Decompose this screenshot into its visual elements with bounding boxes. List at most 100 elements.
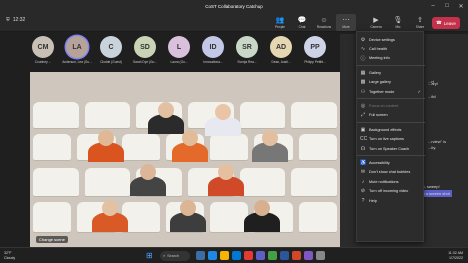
edge-icon[interactable] bbox=[208, 251, 217, 260]
system-clock[interactable]: 11:32 AM 1/7/2022 bbox=[448, 251, 463, 260]
clock-time: 11:32 AM bbox=[448, 251, 463, 255]
chat-message-fragment: ...ary! bbox=[428, 81, 439, 86]
toolbar-button-label: Camera bbox=[370, 24, 382, 29]
participant-head bbox=[180, 200, 196, 216]
reactions-button[interactable]: ☺ Reactions bbox=[314, 14, 334, 31]
camera-button[interactable]: ▶ Camera bbox=[366, 14, 386, 31]
toolbar-button-label: Reactions bbox=[316, 24, 332, 29]
menu-item-label: Turn on live captions bbox=[369, 137, 404, 142]
together-icon: ⚇ bbox=[360, 88, 366, 95]
chat-message-fragment: ...rview" is bbox=[428, 139, 447, 144]
menu-item-call-health[interactable]: ∿ Call health bbox=[357, 44, 425, 53]
folder-icon[interactable] bbox=[220, 251, 229, 260]
share-button[interactable]: ⇪ Share bbox=[410, 14, 430, 31]
menu-item-label: Mute notifications bbox=[369, 179, 399, 184]
menu-separator bbox=[357, 122, 425, 124]
menu-item-turn-on-live-captions[interactable]: CC Turn on live captions bbox=[357, 135, 425, 144]
menu-item-label: Call health bbox=[369, 46, 387, 51]
mail-icon[interactable] bbox=[232, 251, 241, 260]
menu-item-large-gallery[interactable]: ▩ Large gallery bbox=[357, 78, 425, 87]
seat bbox=[33, 102, 79, 128]
menu-item-background-effects[interactable]: ▣ Background effects bbox=[357, 125, 425, 134]
participant-name: Philipp Pettitt... bbox=[304, 60, 326, 64]
seat bbox=[239, 102, 286, 128]
menu-item-turn-off-incoming-video[interactable]: ⊘ Turn off incoming video bbox=[357, 187, 425, 196]
participant-tile[interactable]: SR Svenja Rea... bbox=[232, 36, 262, 64]
toolbar-button-label: More bbox=[342, 24, 350, 29]
minimize-button[interactable]: – bbox=[426, 0, 440, 12]
seat bbox=[210, 202, 249, 232]
weather-widget[interactable]: 32°F Cloudy bbox=[4, 251, 15, 260]
reactions-icon: ☺ bbox=[320, 16, 328, 24]
toolbar-buttons: 👥 People 💬 Chat ☺ Reactions ⋯ More ▶ Camera 🎙 Mic ⇪ S… bbox=[270, 14, 460, 31]
search-label: Search bbox=[167, 254, 180, 258]
windows-start-icon[interactable]: ⊞ bbox=[146, 251, 156, 261]
fullscreen-icon: ⤢ bbox=[360, 112, 365, 119]
menu-item-don-t-show-chat-bubbles[interactable]: ✉ Don't show chat bubbles bbox=[357, 168, 425, 177]
seat bbox=[33, 134, 72, 160]
word-icon[interactable] bbox=[280, 251, 289, 260]
people-button[interactable]: 👥 People bbox=[270, 14, 290, 31]
search-box[interactable]: ⌕ Search bbox=[160, 251, 190, 261]
seat bbox=[84, 102, 131, 128]
seat bbox=[291, 102, 337, 128]
change-scene-button[interactable]: Change scene bbox=[36, 236, 68, 243]
menu-item-help[interactable]: ? Help bbox=[357, 196, 425, 205]
app-icon[interactable] bbox=[244, 251, 253, 260]
participant-tile[interactable]: ID Innovationa... bbox=[198, 36, 228, 64]
timer-text: 12:32 bbox=[12, 17, 26, 23]
seat bbox=[210, 134, 249, 160]
onenote-icon[interactable] bbox=[304, 251, 313, 260]
menu-item-meeting-info[interactable]: ⓘ Meeting info bbox=[357, 54, 425, 63]
menu-separator bbox=[357, 98, 425, 100]
menu-item-label: Meeting info bbox=[369, 56, 390, 61]
seat bbox=[33, 168, 79, 196]
teams-icon[interactable] bbox=[256, 251, 265, 260]
participant-tile[interactable]: C Clodde (Guest) bbox=[96, 36, 126, 64]
close-button[interactable]: ✕ bbox=[454, 0, 468, 12]
leave-button[interactable]: ☎ Leave bbox=[432, 17, 460, 29]
chat-button[interactable]: 💬 Chat bbox=[292, 14, 312, 31]
menu-item-accessibility[interactable]: ♿ Accessibility bbox=[357, 158, 425, 167]
menu-item-label: Large gallery bbox=[369, 80, 391, 85]
avatar: LA bbox=[66, 36, 88, 58]
settings-app-icon[interactable] bbox=[316, 251, 325, 260]
chat-bubble-icon: ✉ bbox=[360, 169, 366, 176]
menu-item-full-screen[interactable]: ⤢ Full screen bbox=[357, 111, 425, 120]
taskbar: 32°F Cloudy ⊞ ⌕ Search 11:32 AM 1/7/2022 bbox=[0, 247, 468, 263]
avatar: PP bbox=[304, 36, 326, 58]
menu-item-mute-notifications[interactable]: ♪ Mute notifications bbox=[357, 177, 425, 186]
toolbar-button-label: Chat bbox=[298, 24, 306, 29]
captions-icon: CC bbox=[360, 136, 368, 143]
chat-icon: 💬 bbox=[297, 16, 307, 24]
participant-tile[interactable]: CM Courtney ... bbox=[28, 36, 58, 64]
participant-tile[interactable]: SD Sarah Dye (Gu... bbox=[130, 36, 160, 64]
excel-icon[interactable] bbox=[268, 251, 277, 260]
participant-tile[interactable]: PP Philipp Pettitt... bbox=[300, 36, 330, 64]
menu-item-label: Turn off incoming video bbox=[369, 189, 409, 194]
video-off-icon: ⊘ bbox=[360, 188, 366, 195]
more-button[interactable]: ⋯ More bbox=[336, 14, 356, 31]
toolbar-button-label: People bbox=[275, 24, 285, 29]
maximize-button[interactable]: □ bbox=[440, 0, 454, 12]
together-mode-stage: Change scene bbox=[30, 72, 340, 247]
menu-item-turn-on-speaker-coach[interactable]: ☊ Turn on Speaker Coach bbox=[357, 144, 425, 153]
menu-item-gallery[interactable]: ▦ Gallery bbox=[357, 68, 425, 77]
participant-head bbox=[158, 102, 174, 118]
participant-head bbox=[254, 200, 270, 216]
participant-tile[interactable]: LA Anderson, Lea (Gu... bbox=[62, 36, 92, 64]
mic-button[interactable]: 🎙 Mic bbox=[388, 14, 408, 31]
menu-item-focus-on-content: ◎ Focus on content bbox=[357, 101, 425, 110]
file-explorer-icon[interactable] bbox=[196, 251, 205, 260]
menu-item-together-mode[interactable]: ⚇ Together mode ✓ bbox=[357, 87, 425, 96]
participant-name: Dean, Austi... bbox=[271, 60, 291, 64]
shield-icon: ⛨ bbox=[6, 17, 10, 23]
menu-item-label: Help bbox=[369, 198, 377, 203]
participant-tile[interactable]: L Laura (Gu... bbox=[164, 36, 194, 64]
gear-icon: ⚙ bbox=[360, 36, 366, 43]
background-icon: ▣ bbox=[360, 126, 366, 133]
participant-name: Anderson, Lea (Gu... bbox=[62, 60, 92, 64]
participant-tile[interactable]: AD Dean, Austi... bbox=[266, 36, 296, 64]
powerpoint-icon[interactable] bbox=[292, 251, 301, 260]
menu-item-device-settings[interactable]: ⚙ Device settings bbox=[357, 35, 425, 44]
